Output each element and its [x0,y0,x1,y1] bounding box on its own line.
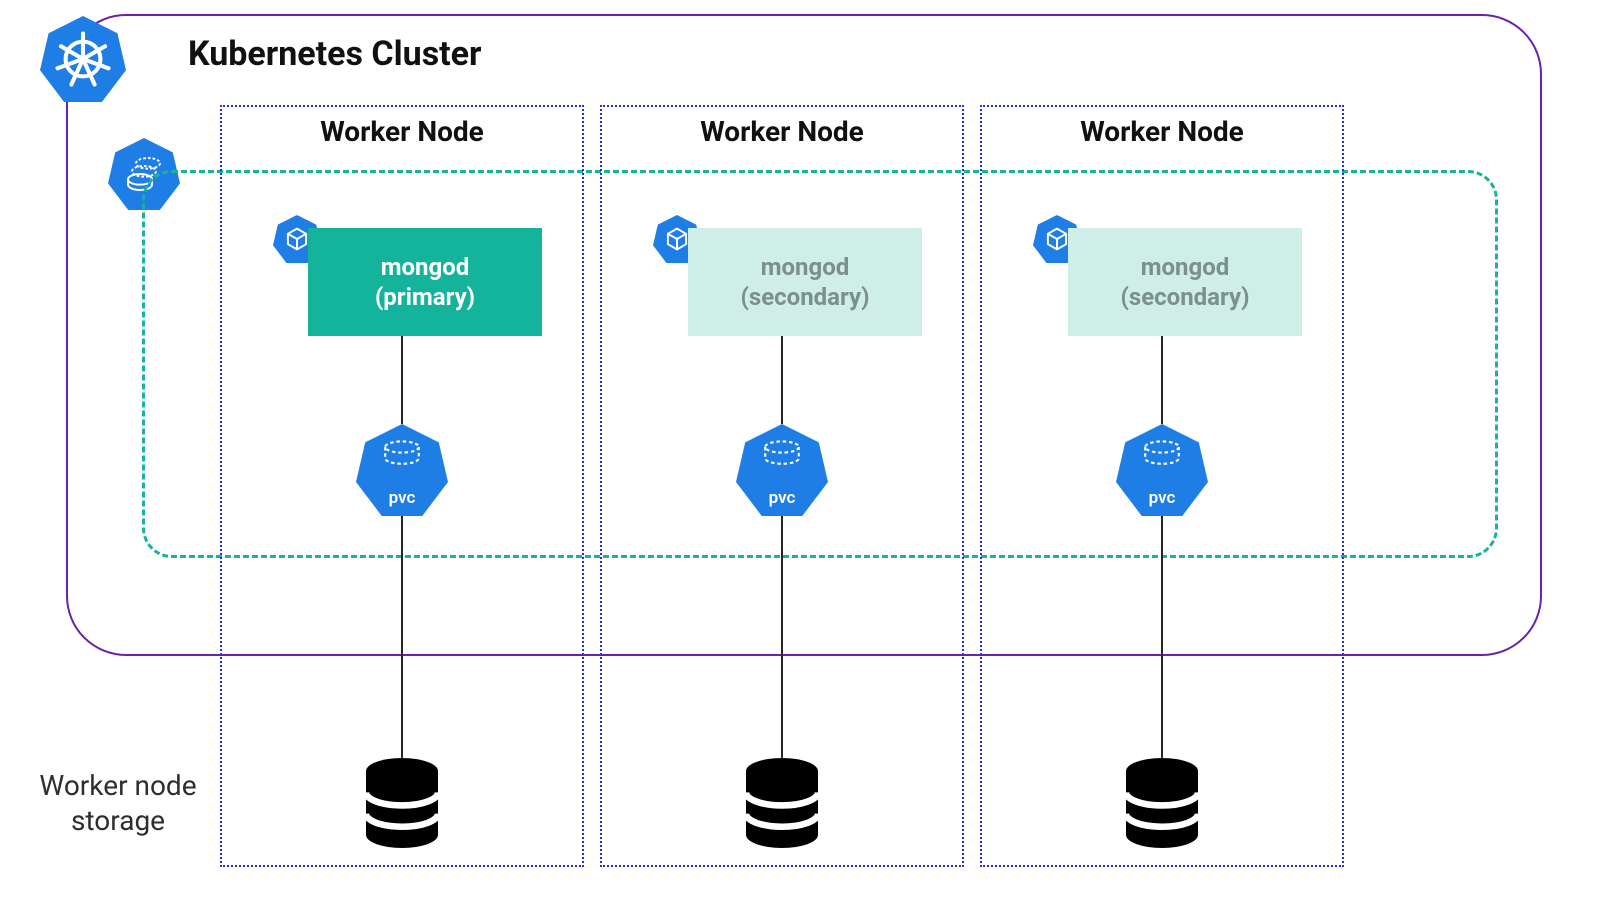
worker-node-title: Worker Node [320,115,484,148]
footer-storage-label: Worker node storage [18,768,218,838]
storage-cylinder-icon [1120,758,1204,848]
mongod-secondary-box: mongod (secondary) [688,228,922,336]
connector-line [401,516,403,758]
dashed-cylinder-icon [760,440,804,468]
connector-line [781,336,783,424]
worker-node-title: Worker Node [700,115,864,148]
cube-icon [1044,226,1070,252]
helm-wheel-icon [54,30,112,88]
footer-line1: Worker node [39,769,196,802]
connector-line [781,516,783,758]
storage-cylinder-icon [360,758,444,848]
connector-line [1161,516,1163,758]
mongod-role: (secondary) [1120,282,1249,312]
mongod-secondary-box: mongod (secondary) [1068,228,1302,336]
mongod-name: mongod [761,252,850,282]
dashed-cylinder-icon [380,440,424,468]
mongod-role: (secondary) [740,282,869,312]
mongod-role: (primary) [375,282,475,312]
footer-line2: storage [71,804,165,837]
cluster-title: Kubernetes Cluster [188,34,481,74]
cube-icon [664,226,690,252]
diagram-canvas: Kubernetes Cluster [0,0,1600,902]
dashed-cylinder-icon [1140,440,1184,468]
connector-line [1161,336,1163,424]
mongod-name: mongod [381,252,470,282]
connector-line [401,336,403,424]
storage-cylinder-icon [740,758,824,848]
worker-node-title: Worker Node [1080,115,1244,148]
mongod-name: mongod [1141,252,1230,282]
cube-icon [284,226,310,252]
mongod-primary-box: mongod (primary) [308,228,542,336]
